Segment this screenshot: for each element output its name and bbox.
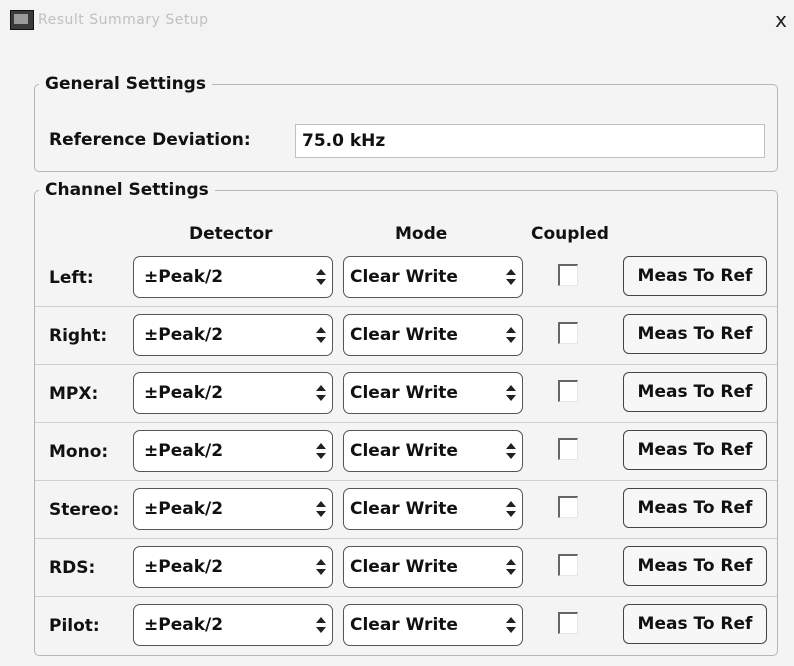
mode-select[interactable]: Clear Write	[343, 488, 523, 530]
channel-row-pilot: Pilot: ±Peak/2 Clear Write Meas To Ref	[35, 602, 777, 660]
window-title: Result Summary Setup	[38, 12, 209, 28]
detector-value: ±Peak/2	[144, 267, 224, 287]
channel-row-stereo: Stereo: ±Peak/2 Clear Write Meas To Ref	[35, 486, 777, 544]
detector-select[interactable]: ±Peak/2	[133, 604, 333, 646]
close-button[interactable]: x	[770, 8, 792, 32]
channel-label: Stereo:	[49, 500, 120, 520]
channel-label: Right:	[49, 326, 108, 346]
detector-select[interactable]: ±Peak/2	[133, 546, 333, 588]
spin-arrows-icon	[506, 617, 516, 633]
channel-row-mpx: MPX: ±Peak/2 Clear Write Meas To Ref	[35, 370, 777, 428]
meas-to-ref-button[interactable]: Meas To Ref	[623, 430, 767, 470]
reference-deviation-label: Reference Deviation:	[49, 130, 251, 150]
channel-row-right: Right: ±Peak/2 Clear Write Meas To Ref	[35, 312, 777, 370]
coupled-checkbox[interactable]	[558, 438, 578, 460]
coupled-checkbox[interactable]	[558, 496, 578, 518]
row-divider	[35, 480, 777, 481]
coupled-checkbox[interactable]	[558, 612, 578, 634]
mode-select[interactable]: Clear Write	[343, 256, 523, 298]
spin-arrows-icon	[316, 559, 326, 575]
row-divider	[35, 306, 777, 307]
mode-value: Clear Write	[350, 557, 458, 577]
app-window-icon	[10, 10, 34, 30]
meas-to-ref-button[interactable]: Meas To Ref	[623, 488, 767, 528]
coupled-column-header: Coupled	[531, 224, 609, 244]
coupled-checkbox[interactable]	[558, 380, 578, 402]
spin-arrows-icon	[506, 385, 516, 401]
title-bar: Result Summary Setup x	[0, 0, 794, 46]
row-divider	[35, 422, 777, 423]
channel-label: Left:	[49, 268, 94, 288]
spin-arrows-icon	[316, 501, 326, 517]
mode-value: Clear Write	[350, 499, 458, 519]
channel-label: MPX:	[49, 384, 99, 404]
mode-select[interactable]: Clear Write	[343, 604, 523, 646]
dialog-body: General Settings Reference Deviation: 75…	[0, 46, 794, 666]
coupled-checkbox[interactable]	[558, 554, 578, 576]
channel-label: Mono:	[49, 442, 109, 462]
channel-label: RDS:	[49, 558, 96, 578]
channel-settings-legend: Channel Settings	[45, 180, 209, 200]
detector-value: ±Peak/2	[144, 441, 224, 461]
general-settings-group: General Settings Reference Deviation: 75…	[34, 74, 778, 172]
detector-value: ±Peak/2	[144, 325, 224, 345]
channel-label: Pilot:	[49, 616, 100, 636]
mode-value: Clear Write	[350, 441, 458, 461]
detector-value: ±Peak/2	[144, 557, 224, 577]
detector-select[interactable]: ±Peak/2	[133, 256, 333, 298]
spin-arrows-icon	[506, 269, 516, 285]
mode-select[interactable]: Clear Write	[343, 372, 523, 414]
channel-row-mono: Mono: ±Peak/2 Clear Write Meas To Ref	[35, 428, 777, 486]
reference-deviation-input[interactable]: 75.0 kHz	[295, 124, 765, 158]
detector-select[interactable]: ±Peak/2	[133, 314, 333, 356]
row-divider	[35, 538, 777, 539]
spin-arrows-icon	[506, 559, 516, 575]
detector-column-header: Detector	[189, 224, 273, 244]
mode-select[interactable]: Clear Write	[343, 314, 523, 356]
detector-select[interactable]: ±Peak/2	[133, 430, 333, 472]
meas-to-ref-button[interactable]: Meas To Ref	[623, 372, 767, 412]
spin-arrows-icon	[316, 269, 326, 285]
spin-arrows-icon	[316, 385, 326, 401]
coupled-checkbox[interactable]	[558, 322, 578, 344]
detector-select[interactable]: ±Peak/2	[133, 488, 333, 530]
row-divider	[35, 596, 777, 597]
coupled-checkbox[interactable]	[558, 264, 578, 286]
channel-row-rds: RDS: ±Peak/2 Clear Write Meas To Ref	[35, 544, 777, 602]
spin-arrows-icon	[316, 443, 326, 459]
meas-to-ref-button[interactable]: Meas To Ref	[623, 256, 767, 296]
mode-value: Clear Write	[350, 267, 458, 287]
meas-to-ref-button[interactable]: Meas To Ref	[623, 604, 767, 644]
channel-settings-group: Channel Settings Detector Mode Coupled L…	[34, 180, 778, 656]
mode-select[interactable]: Clear Write	[343, 546, 523, 588]
mode-value: Clear Write	[350, 325, 458, 345]
spin-arrows-icon	[316, 617, 326, 633]
channel-row-left: Left: ±Peak/2 Clear Write Meas To Ref	[35, 254, 777, 312]
mode-select[interactable]: Clear Write	[343, 430, 523, 472]
spin-arrows-icon	[316, 327, 326, 343]
detector-value: ±Peak/2	[144, 499, 224, 519]
mode-column-header: Mode	[395, 224, 448, 244]
row-divider	[35, 364, 777, 365]
spin-arrows-icon	[506, 327, 516, 343]
detector-value: ±Peak/2	[144, 615, 224, 635]
meas-to-ref-button[interactable]: Meas To Ref	[623, 314, 767, 354]
spin-arrows-icon	[506, 501, 516, 517]
general-settings-legend: General Settings	[45, 74, 206, 94]
detector-value: ±Peak/2	[144, 383, 224, 403]
mode-value: Clear Write	[350, 615, 458, 635]
mode-value: Clear Write	[350, 383, 458, 403]
spin-arrows-icon	[506, 443, 516, 459]
detector-select[interactable]: ±Peak/2	[133, 372, 333, 414]
meas-to-ref-button[interactable]: Meas To Ref	[623, 546, 767, 586]
